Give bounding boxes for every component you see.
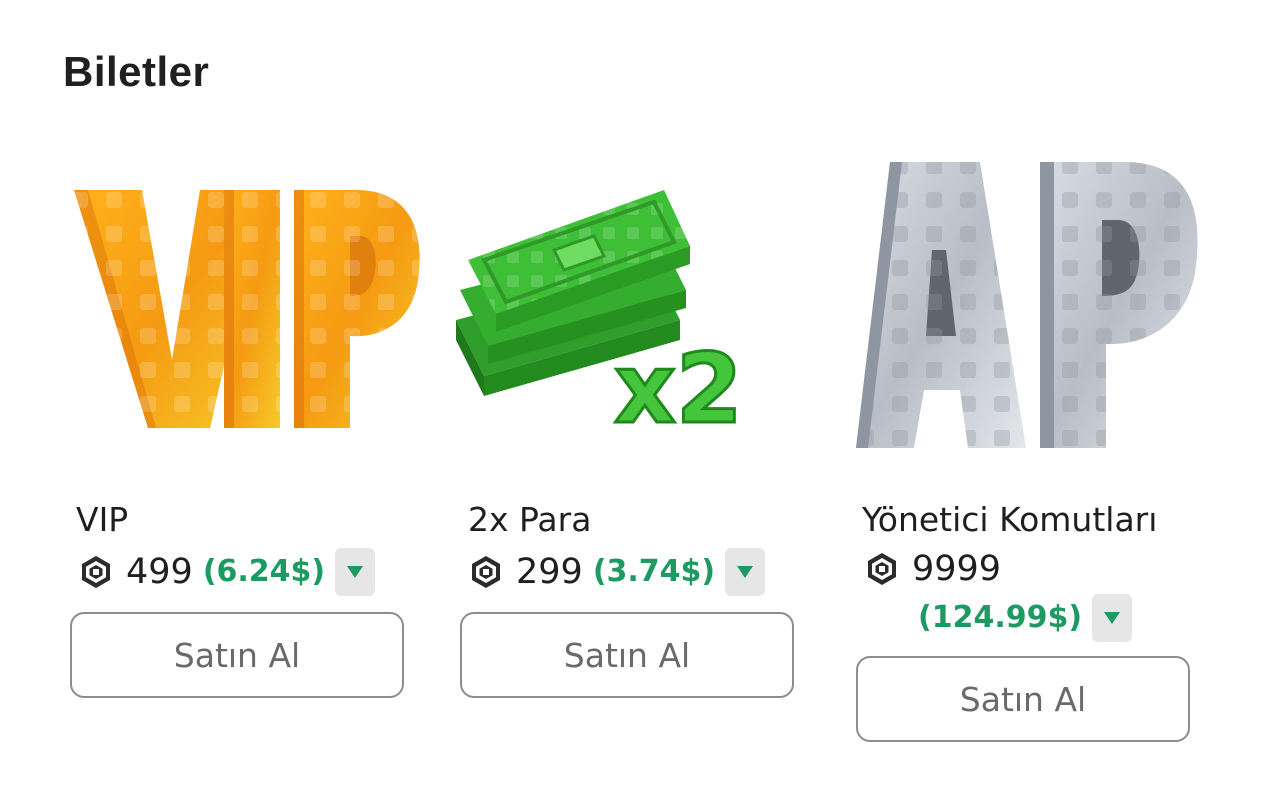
- robux-price: 9999: [912, 549, 1002, 589]
- 2x-money-pass-image[interactable]: x2: [454, 150, 810, 470]
- price-dropdown-button[interactable]: [335, 548, 376, 596]
- price-row: 499 (6.24$): [78, 548, 410, 596]
- pass-card-2x-money: x2 2x Para 299 (3.74$) Satın Al: [456, 150, 800, 698]
- pass-card-vip: VIP 499 (6.24$) Satın Al: [70, 150, 420, 698]
- price-dropdown-button[interactable]: [725, 548, 766, 596]
- caret-down-icon: [347, 566, 364, 578]
- item-name: 2x Para: [468, 500, 592, 539]
- robux-icon: [472, 556, 500, 588]
- usd-price: (3.74$): [592, 554, 716, 589]
- robux-price: 299: [516, 552, 583, 592]
- usd-price-group: (3.74$): [592, 548, 766, 596]
- buy-button[interactable]: Satın Al: [856, 656, 1190, 742]
- price-row: 299 (3.74$): [468, 548, 800, 596]
- item-name: VIP: [76, 500, 129, 539]
- robux-price: 499: [126, 552, 193, 592]
- price-dropdown-button[interactable]: [1092, 594, 1133, 642]
- usd-price-group: (6.24$): [202, 548, 376, 596]
- store-page: Biletler VIP 499 (6.24$) Satın Al x2 2x …: [0, 0, 1280, 800]
- pass-card-admin-commands: Yönetici Komutları 9999 (124.99$) Satın …: [856, 150, 1198, 742]
- section-title: Biletler: [63, 48, 210, 95]
- vip-pass-image[interactable]: [64, 150, 420, 470]
- usd-price: (124.99$): [918, 600, 1083, 635]
- item-name: Yönetici Komutları: [862, 500, 1158, 539]
- robux-icon: [82, 556, 110, 588]
- admin-pass-image[interactable]: [850, 150, 1206, 470]
- price-row: 9999 (124.99$): [864, 548, 1196, 642]
- usd-price: (6.24$): [202, 554, 326, 589]
- caret-down-icon: [737, 566, 754, 578]
- buy-button[interactable]: Satın Al: [460, 612, 794, 698]
- x2-mark: x2: [614, 333, 743, 445]
- robux-icon: [868, 553, 896, 585]
- usd-price-group: (124.99$): [918, 594, 1196, 642]
- buy-button[interactable]: Satın Al: [70, 612, 404, 698]
- caret-down-icon: [1104, 612, 1121, 624]
